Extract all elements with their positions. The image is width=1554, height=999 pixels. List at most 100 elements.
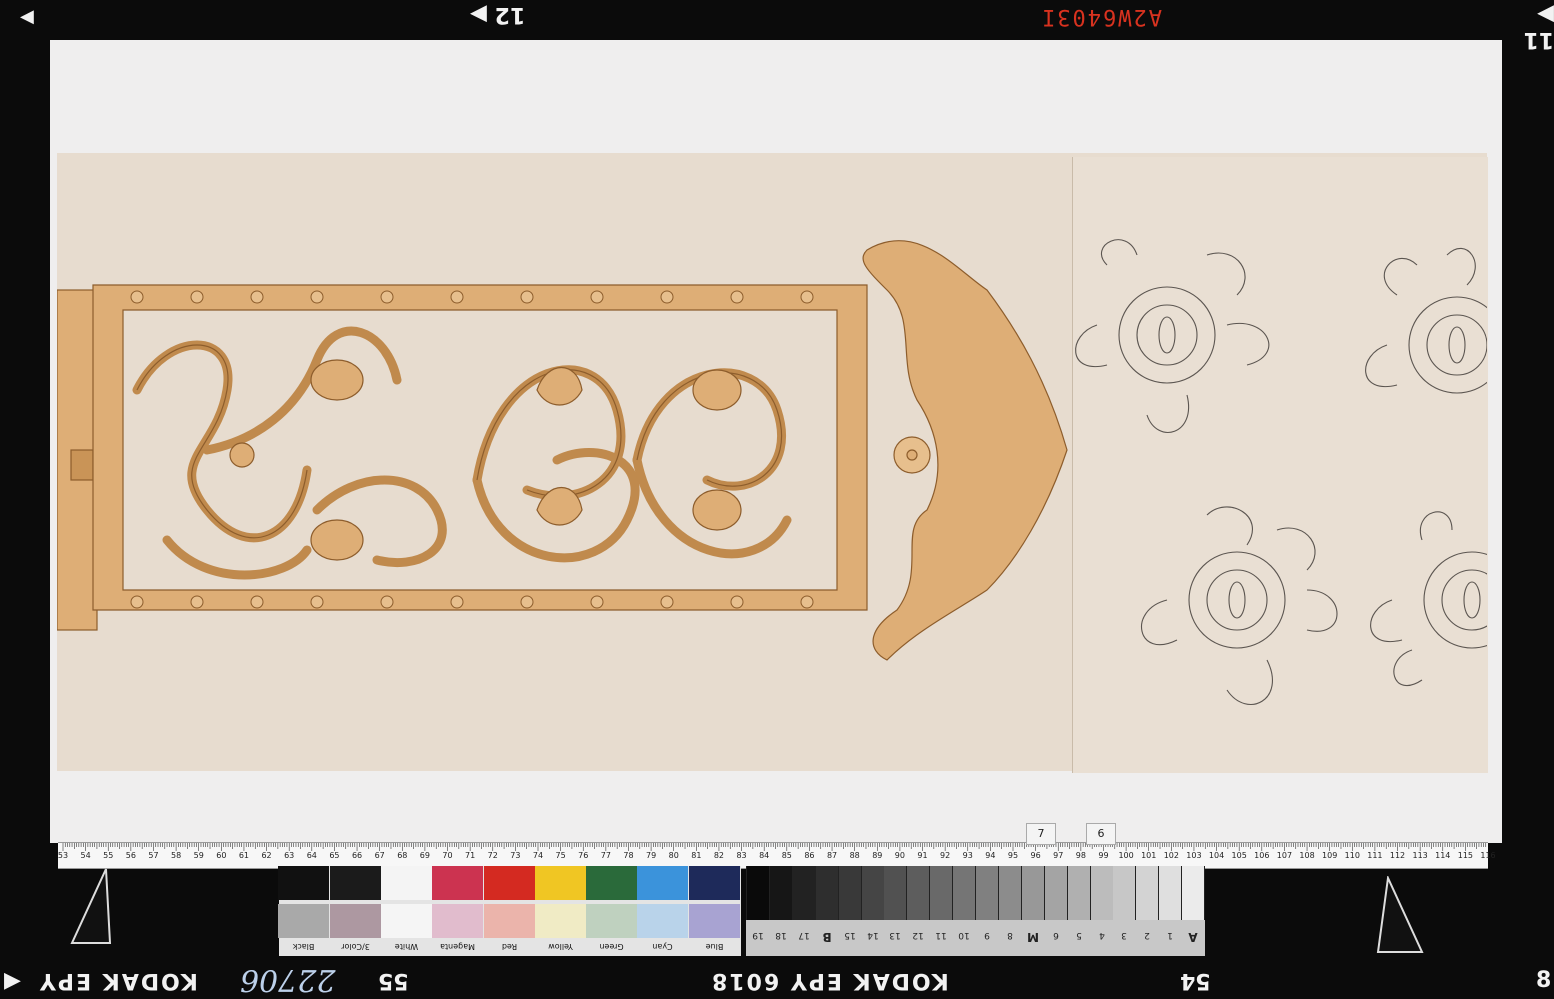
color-swatch-top: [483, 866, 535, 900]
film-code-top: A2W6403I: [1040, 4, 1162, 29]
ruler-label: 114: [1435, 851, 1451, 860]
ruler-label: 91: [917, 851, 928, 860]
ruler-label: 81: [691, 851, 702, 860]
gray-label: 8: [1007, 930, 1013, 940]
ruler-label: 71: [465, 851, 476, 860]
ruler-label: 108: [1299, 851, 1315, 860]
film-brand-bottom-left: KODAK EPY: [38, 968, 198, 993]
measurement-ruler: 53 54 55 56 57 58 59 60 61 62 63 64 65 66 67 68 69 70 71 72…: [58, 842, 1496, 869]
ruler-label: 104: [1208, 851, 1225, 860]
ruler-label: 64: [306, 851, 317, 860]
ornate-panel-drawing: [57, 240, 1068, 661]
color-swatch-top: [637, 866, 689, 900]
ruler-label: 75: [555, 851, 566, 860]
film-number-55: 55: [378, 968, 409, 993]
ruler-label: 61: [238, 851, 250, 860]
color-swatch-top: [380, 866, 432, 900]
color-swatch-bottom: [483, 904, 535, 938]
film-frame-number-top-right: 11 ▶: [1523, 2, 1554, 52]
ruler-label: 55: [103, 851, 114, 860]
color-swatch-top: [586, 866, 638, 900]
color-swatch-top: [278, 866, 330, 900]
ruler-label: 87: [826, 851, 838, 860]
color-label: Cyan: [652, 942, 674, 951]
ruler-label: 83: [736, 851, 747, 860]
gray-step: [1044, 866, 1067, 920]
ruler-label: 78: [623, 851, 634, 860]
ruler-tab-6: 6: [1086, 823, 1116, 845]
alignment-marker-left: [70, 868, 112, 944]
gray-label: M: [1026, 930, 1039, 944]
ruler-label: 65: [329, 851, 340, 860]
ruler-label: 59: [193, 851, 204, 860]
gray-step: [1113, 866, 1136, 920]
gray-label: 1: [1167, 930, 1174, 940]
ruler-label: 82: [713, 851, 725, 860]
ruler-label: 60: [216, 851, 227, 860]
gray-step: [930, 866, 953, 920]
gray-label: 9: [984, 930, 990, 940]
ruler-label: 103: [1186, 851, 1202, 860]
gray-step: [747, 866, 769, 920]
ruler-label: 56: [125, 851, 136, 860]
gray-label: 10: [958, 930, 970, 940]
gray-scale-chart: A 1 2 3 4 5 6 M 8 9 10 11 12 13 14 15 B 17 18 19: [746, 866, 1205, 956]
ruler-label: 92: [940, 851, 951, 860]
gray-step: [815, 866, 838, 920]
color-label: Red: [501, 942, 517, 951]
handwritten-number: 22706: [240, 962, 336, 997]
ruler-label: 66: [351, 851, 363, 860]
ruler-label: 80: [668, 851, 679, 860]
film-frame-number-top-middle: 12 ▶: [470, 2, 526, 27]
gray-label: 3: [1121, 930, 1128, 940]
gray-label: 18: [775, 930, 787, 940]
color-control-chart: Blue Cyan Green Yellow Red Magenta White 3/Colo…: [278, 866, 741, 956]
ruler-label: 95: [1007, 851, 1019, 860]
color-swatch-bottom: [688, 904, 740, 938]
ruler-label: 86: [804, 851, 815, 860]
gray-step: [792, 866, 815, 920]
gray-step: [838, 866, 861, 920]
ruler-label: 77: [600, 851, 611, 860]
ruler-label: 99: [1098, 851, 1109, 860]
ruler-tab-7: 7: [1026, 823, 1056, 845]
ruler-label: 90: [894, 851, 905, 860]
ruler-label: 111: [1367, 851, 1383, 860]
gray-step: [769, 866, 792, 920]
ruler-label: 102: [1163, 851, 1179, 860]
ruler-label: 98: [1075, 851, 1086, 860]
color-swatch-bottom: [432, 904, 484, 938]
film-number-54: 54: [1180, 968, 1211, 993]
color-swatch-bottom: [278, 904, 330, 938]
color-label: Green: [599, 942, 624, 951]
gray-label: 17: [798, 930, 810, 940]
ruler-label: 113: [1412, 851, 1428, 860]
gray-label: 13: [889, 930, 902, 940]
ruler-label: 101: [1141, 851, 1157, 860]
ruler-label: 116: [1480, 851, 1496, 860]
gray-label: 19: [752, 930, 764, 940]
rosette-sketches: [1075, 239, 1487, 705]
gray-step: [998, 866, 1021, 920]
film-edge-number-bottom-right: 8: [1536, 968, 1552, 993]
ruler-label: 58: [171, 851, 182, 860]
gray-label: 4: [1098, 930, 1105, 940]
color-label: 3/Color: [340, 942, 370, 951]
gray-step: [1159, 866, 1182, 920]
color-swatch-bottom: [380, 904, 432, 938]
ruler-label: 93: [962, 851, 973, 860]
ruler-label: 68: [397, 851, 408, 860]
ruler-labels: 53 54 55 56 57 58 59 60 61 62 63 64 65 66 67 68 69 70 71 72…: [58, 843, 1496, 868]
gray-label: A: [1188, 930, 1198, 944]
gray-step: [1067, 866, 1090, 920]
gray-step: [976, 866, 998, 920]
color-label: Blue: [705, 942, 724, 951]
ruler-label: 70: [442, 851, 453, 860]
ruler-label: 115: [1457, 851, 1474, 860]
gray-label: 15: [843, 930, 856, 940]
ruler-label: 105: [1231, 851, 1247, 860]
ruler-label: 57: [148, 851, 159, 860]
gray-label: 6: [1052, 930, 1059, 940]
film-brand-bottom-middle: KODAK EPY 6018: [710, 968, 949, 993]
ruler-label: 73: [510, 851, 521, 860]
